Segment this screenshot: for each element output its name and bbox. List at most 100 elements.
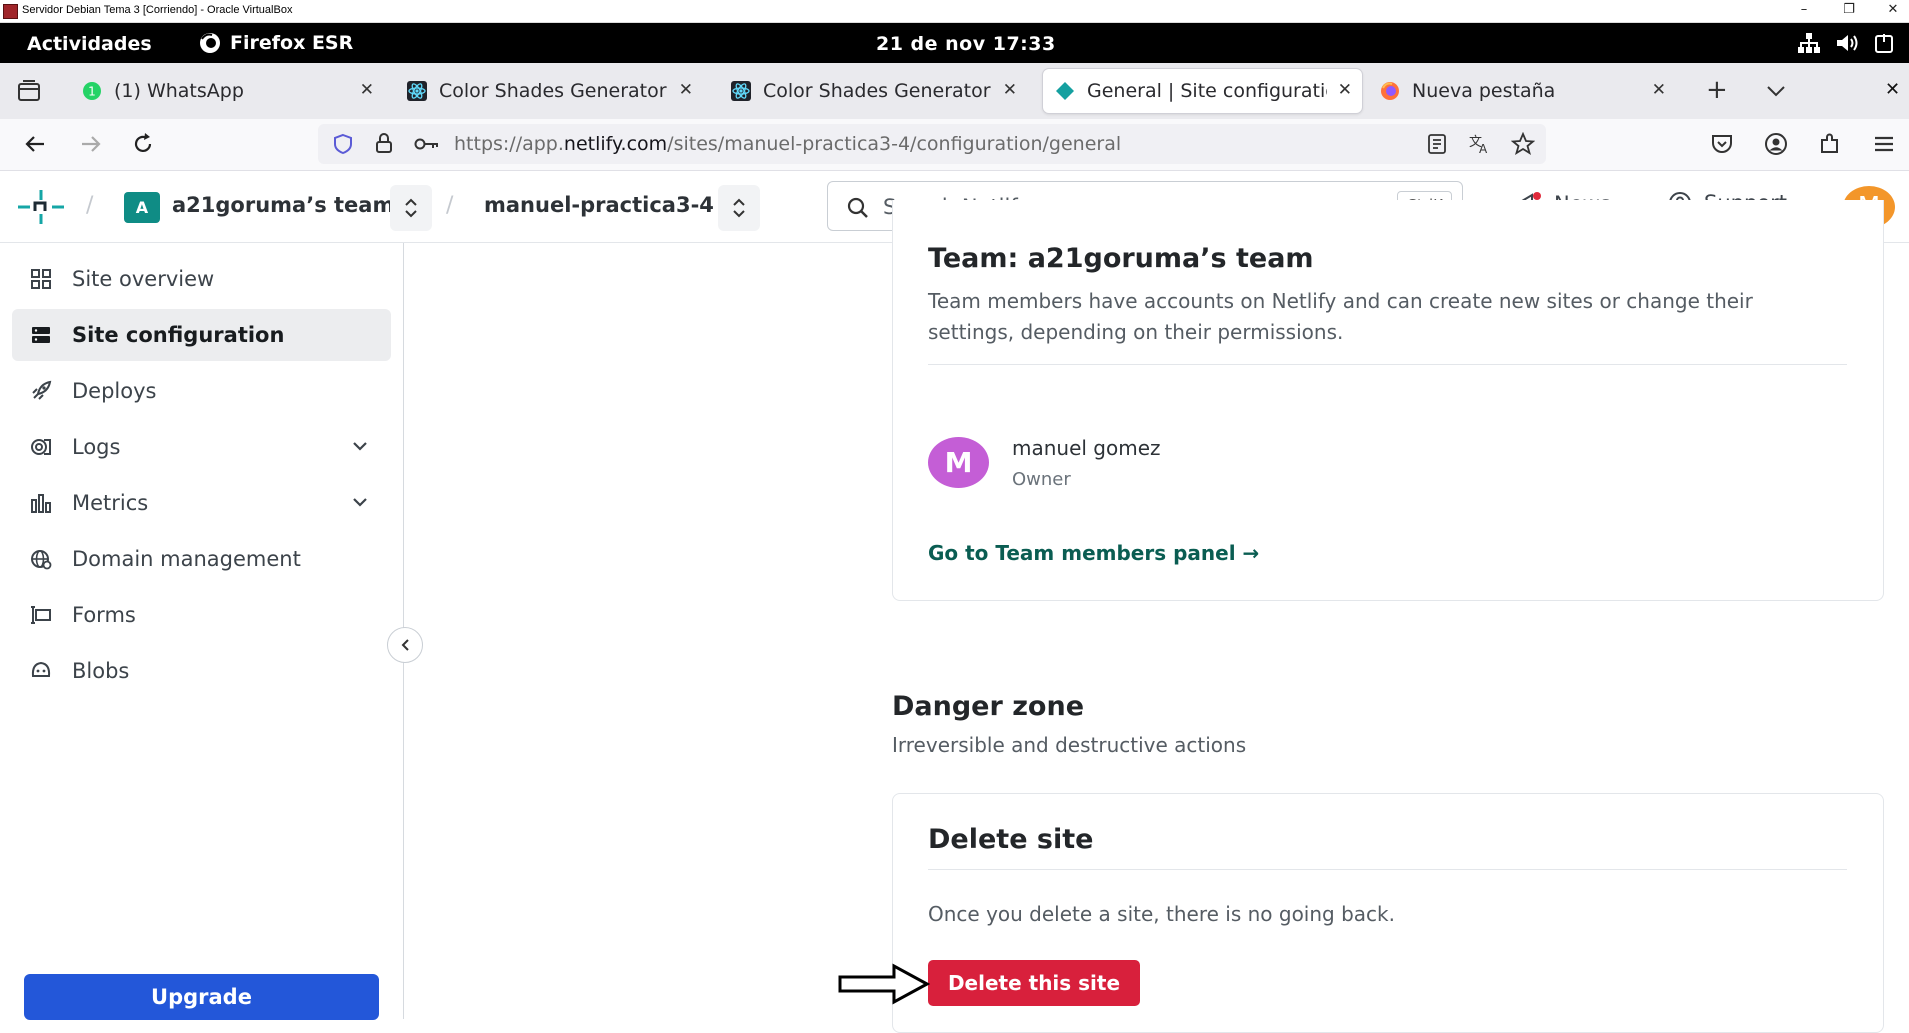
chevron-updown-icon xyxy=(733,198,745,218)
search-icon xyxy=(847,197,868,218)
delete-site-title: Delete site xyxy=(928,824,1094,855)
tab-whatsapp[interactable]: 1 (1) WhatsApp ✕ xyxy=(70,69,384,113)
divider xyxy=(928,364,1847,365)
clock[interactable]: 21 de nov 17:33 xyxy=(876,33,1056,55)
sidebar-item-site-overview[interactable]: Site overview xyxy=(12,253,391,305)
lock-icon[interactable] xyxy=(374,132,394,154)
minimize-button[interactable]: – xyxy=(1787,0,1821,22)
sidebar-item-forms[interactable]: Forms xyxy=(12,589,391,641)
sidebar-item-label: Blobs xyxy=(72,659,130,683)
sidebar-item-label: Deploys xyxy=(72,379,157,403)
back-icon[interactable] xyxy=(24,132,48,156)
logs-icon xyxy=(31,439,51,455)
blobs-icon xyxy=(31,661,51,677)
key-icon[interactable] xyxy=(414,135,440,153)
url-bar[interactable]: https://app.netlify.com/sites/manuel-pra… xyxy=(318,124,1546,164)
react-icon xyxy=(407,81,427,101)
tracking-shield-icon[interactable] xyxy=(332,133,354,155)
sidebar-item-blobs[interactable]: Blobs xyxy=(12,645,391,697)
app-menu[interactable]: Firefox ESR xyxy=(198,31,353,55)
team-card-description: Team members have accounts on Netlify an… xyxy=(928,289,1753,344)
account-icon[interactable] xyxy=(1764,132,1788,156)
danger-zone-title: Danger zone xyxy=(892,691,1085,722)
chevron-down-icon[interactable] xyxy=(351,437,369,455)
collapse-sidebar-button[interactable] xyxy=(387,627,423,663)
extensions-icon[interactable] xyxy=(1818,132,1842,156)
whatsapp-icon: 1 xyxy=(83,82,101,100)
close-tab-icon[interactable]: ✕ xyxy=(1652,80,1666,100)
site-switcher[interactable]: manuel-practica3-4 xyxy=(484,193,714,217)
netlify-icon xyxy=(1056,82,1074,100)
tab-color-shades-2[interactable]: Color Shades Generator ✕ xyxy=(719,69,1027,113)
sidebar-item-label: Metrics xyxy=(72,491,149,515)
sidebar-item-label: Domain management xyxy=(72,547,301,571)
sidebar-item-metrics[interactable]: Metrics xyxy=(12,477,391,529)
sidebar-item-label: Site configuration xyxy=(72,323,285,347)
tab-new-tab[interactable]: Nueva pestaña ✕ xyxy=(1368,69,1676,113)
volume-icon xyxy=(1837,35,1858,51)
team-switch-toggle[interactable] xyxy=(390,185,432,231)
virtualbox-title: Servidor Debian Tema 3 [Corriendo] - Ora… xyxy=(22,4,293,16)
team-members-panel-link[interactable]: Go to Team members panel → xyxy=(928,541,1259,565)
tab-netlify-general[interactable]: General | Site configuration ✕ xyxy=(1043,69,1362,113)
rocket-icon xyxy=(32,380,52,400)
divider xyxy=(928,869,1847,870)
chevron-updown-icon xyxy=(405,198,417,218)
virtualbox-icon xyxy=(3,4,18,19)
team-badge: A xyxy=(124,192,160,223)
tab-manager-icon[interactable] xyxy=(17,80,41,102)
breadcrumb-separator: / xyxy=(86,193,94,218)
navigation-bar: https://app.netlify.com/sites/manuel-pra… xyxy=(0,119,1909,171)
svg-text:1: 1 xyxy=(88,85,96,99)
menu-icon[interactable] xyxy=(1872,132,1896,156)
tab-label: Nueva pestaña xyxy=(1412,80,1556,102)
sidebar-item-logs[interactable]: Logs xyxy=(12,421,391,473)
breadcrumb-separator: / xyxy=(446,193,454,218)
close-tab-icon[interactable]: ✕ xyxy=(1003,80,1017,100)
delete-site-description: Once you delete a site, there is no goin… xyxy=(928,902,1395,926)
system-tray[interactable] xyxy=(1797,32,1897,54)
close-tab-icon[interactable]: ✕ xyxy=(679,80,693,100)
team-switcher[interactable]: a21goruma’s team xyxy=(172,193,394,217)
react-icon xyxy=(731,81,751,101)
reload-icon[interactable] xyxy=(131,132,155,156)
bar-chart-icon xyxy=(31,494,51,513)
member-name: manuel gomez xyxy=(1012,436,1161,460)
tab-label: Color Shades Generator xyxy=(439,80,667,102)
sidebar-item-deploys[interactable]: Deploys xyxy=(12,365,391,417)
chevron-down-icon[interactable] xyxy=(351,493,369,511)
gnome-top-bar: Actividades Firefox ESR 21 de nov 17:33 xyxy=(0,23,1909,63)
sidebar: Site overview Site configuration Deploys… xyxy=(0,243,404,1019)
close-window-button[interactable]: ✕ xyxy=(1876,0,1909,22)
member-avatar: M xyxy=(928,437,989,488)
danger-zone-subtitle: Irreversible and destructive actions xyxy=(892,733,1247,757)
pocket-icon[interactable] xyxy=(1710,132,1734,156)
close-browser-icon[interactable]: ✕ xyxy=(1885,79,1900,100)
sidebar-item-site-configuration[interactable]: Site configuration xyxy=(12,309,391,361)
netlify-logo-icon[interactable] xyxy=(16,188,66,226)
new-tab-button[interactable]: + xyxy=(1706,75,1728,105)
upgrade-button[interactable]: Upgrade xyxy=(24,974,379,1020)
close-tab-icon[interactable]: ✕ xyxy=(1338,80,1352,100)
server-icon xyxy=(32,327,50,343)
chevron-left-icon xyxy=(401,639,409,651)
tab-label: Color Shades Generator xyxy=(763,80,991,102)
tab-color-shades-1[interactable]: Color Shades Generator ✕ xyxy=(395,69,703,113)
bookmark-star-icon[interactable] xyxy=(1511,132,1535,156)
activities-button[interactable]: Actividades xyxy=(27,33,152,55)
close-tab-icon[interactable]: ✕ xyxy=(360,80,374,100)
translate-icon[interactable]: 文A xyxy=(1467,133,1491,155)
grid-icon xyxy=(31,269,51,289)
sidebar-item-domain-management[interactable]: Domain management xyxy=(12,533,391,585)
restore-button[interactable]: ❐ xyxy=(1832,0,1866,22)
firefox-icon xyxy=(1381,82,1399,100)
tab-label: (1) WhatsApp xyxy=(114,80,244,102)
reader-view-icon[interactable] xyxy=(1426,133,1448,155)
network-icon xyxy=(1798,33,1820,53)
forward-icon[interactable] xyxy=(78,132,102,156)
url-text[interactable]: https://app.netlify.com/sites/manuel-pra… xyxy=(454,133,1121,155)
site-switch-toggle[interactable] xyxy=(718,185,760,231)
delete-site-button[interactable]: Delete this site xyxy=(928,960,1140,1006)
list-tabs-icon[interactable] xyxy=(1766,85,1786,97)
member-role: Owner xyxy=(1012,469,1071,490)
